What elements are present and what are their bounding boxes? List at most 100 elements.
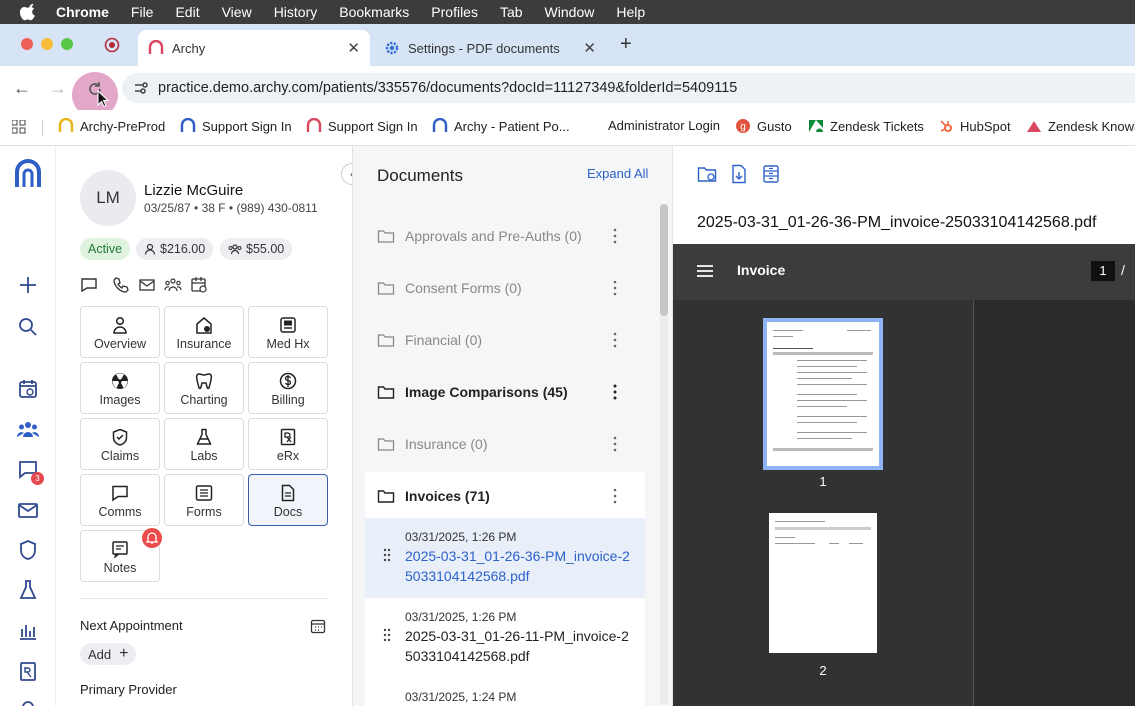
document-list-item[interactable]: 03/31/2025, 1:26 PM 2025-03-31_01-26-11-…	[365, 598, 645, 678]
add-appointment-button[interactable]: Add +	[80, 643, 137, 665]
bookmark-gusto[interactable]: g Gusto	[735, 118, 792, 134]
apps-grid-icon[interactable]	[12, 120, 26, 134]
archy-logo-icon[interactable]	[14, 158, 42, 188]
family-icon[interactable]	[164, 276, 182, 294]
schedule-icon[interactable]	[17, 378, 39, 400]
prescription-icon[interactable]	[17, 660, 39, 682]
nav-overview-button[interactable]: Overview	[80, 306, 160, 358]
plus-icon[interactable]	[17, 274, 39, 296]
phone-icon[interactable]	[112, 276, 130, 294]
document-date: 03/31/2025, 1:24 PM	[405, 690, 517, 704]
menu-help[interactable]: Help	[616, 4, 645, 20]
folder-financial[interactable]: Financial (0)	[377, 318, 633, 362]
close-tab-icon[interactable]: ✕	[347, 39, 360, 57]
menu-profiles[interactable]: Profiles	[431, 4, 478, 20]
more-vertical-icon[interactable]	[613, 330, 617, 350]
nav-insurance-button[interactable]: Insurance	[164, 306, 244, 358]
apple-logo-icon[interactable]	[20, 3, 38, 21]
menu-bookmarks[interactable]: Bookmarks	[339, 4, 409, 20]
folder-insurance[interactable]: Insurance (0)	[377, 422, 633, 466]
folder-consent-forms[interactable]: Consent Forms (0)	[377, 266, 633, 310]
menu-window[interactable]: Window	[545, 4, 595, 20]
nav-billing-button[interactable]: Billing	[248, 362, 328, 414]
menu-edit[interactable]: Edit	[175, 4, 199, 20]
reports-chart-icon[interactable]	[17, 619, 39, 641]
menu-tab[interactable]: Tab	[500, 4, 523, 20]
menu-view[interactable]: View	[222, 4, 252, 20]
document-list-item[interactable]: 03/31/2025, 1:24 PM	[365, 678, 645, 706]
drag-handle-icon[interactable]	[383, 628, 391, 642]
forward-icon[interactable]: →	[48, 78, 68, 98]
calendar-icon[interactable]	[310, 618, 326, 634]
family-balance-chip[interactable]: $55.00	[220, 238, 293, 260]
bookmark-archy-patient-portal[interactable]: Archy - Patient Po...	[432, 118, 570, 134]
nav-docs-button[interactable]: Docs	[248, 474, 328, 526]
record-icon[interactable]	[104, 37, 120, 53]
folder-image-comparisons[interactable]: Image Comparisons (45)	[377, 370, 633, 414]
menu-history[interactable]: History	[274, 4, 318, 20]
tab-archy[interactable]: Archy ✕	[138, 30, 370, 66]
shield-icon[interactable]	[17, 539, 39, 561]
minimize-window-button[interactable]	[41, 38, 53, 50]
bookmark-archy-preprod[interactable]: Archy-PreProd	[58, 118, 165, 134]
document-link[interactable]: 2025-03-31_01-26-11-PM_invoice-250331041…	[405, 626, 635, 666]
bookmark-support-sign-in-2[interactable]: Support Sign In	[306, 118, 418, 134]
document-link[interactable]: 2025-03-31_01-26-36-PM_invoice-250331041…	[405, 546, 635, 586]
nav-claims-button[interactable]: Claims	[80, 418, 160, 470]
more-vertical-icon[interactable]	[613, 486, 617, 506]
settings-icon[interactable]	[17, 696, 39, 706]
more-vertical-icon[interactable]	[613, 434, 617, 454]
scrollbar-thumb[interactable]	[660, 204, 668, 316]
nav-forms-button[interactable]: Forms	[164, 474, 244, 526]
nav-label: Labs	[190, 449, 218, 463]
nav-comms-button[interactable]: Comms	[80, 474, 160, 526]
chat-icon[interactable]	[80, 276, 98, 294]
more-vertical-icon[interactable]	[613, 382, 617, 402]
close-tab-icon[interactable]: ✕	[583, 39, 596, 57]
folder-approvals[interactable]: Approvals and Pre-Auths (0)	[377, 214, 633, 258]
site-settings-icon[interactable]	[132, 79, 150, 97]
bookmark-zendesk-knowledge[interactable]: Zendesk Knowl	[1026, 118, 1135, 134]
bookmark-zendesk-tickets[interactable]: Zendesk Tickets	[808, 118, 924, 134]
nav-images-button[interactable]: Images	[80, 362, 160, 414]
new-tab-icon[interactable]: +	[620, 33, 632, 56]
mail-icon[interactable]	[138, 276, 156, 294]
menu-icon[interactable]	[697, 264, 713, 278]
page-thumbnail-1[interactable]	[763, 318, 883, 470]
bookmark-label: Administrator Login	[608, 118, 720, 133]
bookmark-support-sign-in-1[interactable]: Support Sign In	[180, 118, 292, 134]
patients-icon[interactable]	[17, 418, 39, 440]
more-vertical-icon[interactable]	[613, 278, 617, 298]
archive-icon[interactable]	[761, 164, 781, 184]
menu-chrome[interactable]: Chrome	[56, 4, 109, 20]
expand-all-link[interactable]: Expand All	[587, 166, 648, 181]
document-list-item[interactable]: 03/31/2025, 1:26 PM 2025-03-31_01-26-36-…	[365, 518, 645, 598]
nav-med-hx-button[interactable]: Med Hx	[248, 306, 328, 358]
address-bar[interactable]: practice.demo.archy.com/patients/335576/…	[122, 73, 1135, 103]
drag-handle-icon[interactable]	[383, 548, 391, 562]
page-number-input[interactable]: 1	[1091, 261, 1115, 281]
more-vertical-icon[interactable]	[613, 226, 617, 246]
bookmark-hubspot[interactable]: HubSpot	[938, 118, 1011, 134]
documents-scrollbar[interactable]	[660, 204, 668, 704]
menu-file[interactable]: File	[131, 4, 154, 20]
thumb-text-line	[773, 348, 813, 349]
mail-icon[interactable]	[17, 499, 39, 521]
move-to-folder-icon[interactable]	[697, 164, 717, 184]
flask-icon[interactable]	[17, 579, 39, 601]
nav-erx-button[interactable]: eRx	[248, 418, 328, 470]
download-document-icon[interactable]	[729, 164, 749, 184]
folder-invoices[interactable]: Invoices (71)	[377, 474, 633, 518]
calendar-settings-icon[interactable]	[190, 276, 208, 294]
patient-name[interactable]: Lizzie McGuire	[144, 182, 243, 199]
nav-labs-button[interactable]: Labs	[164, 418, 244, 470]
back-icon[interactable]: ←	[12, 78, 32, 98]
patient-balance-chip[interactable]: $216.00	[136, 238, 214, 260]
close-window-button[interactable]	[21, 38, 33, 50]
maximize-window-button[interactable]	[61, 38, 73, 50]
nav-charting-button[interactable]: Charting	[164, 362, 244, 414]
search-icon[interactable]	[17, 316, 39, 338]
bookmark-administrator-login[interactable]: Administrator Login	[608, 118, 720, 133]
page-thumbnail-2[interactable]	[769, 513, 877, 653]
tab-settings-pdf[interactable]: Settings - PDF documents ✕	[374, 30, 606, 66]
